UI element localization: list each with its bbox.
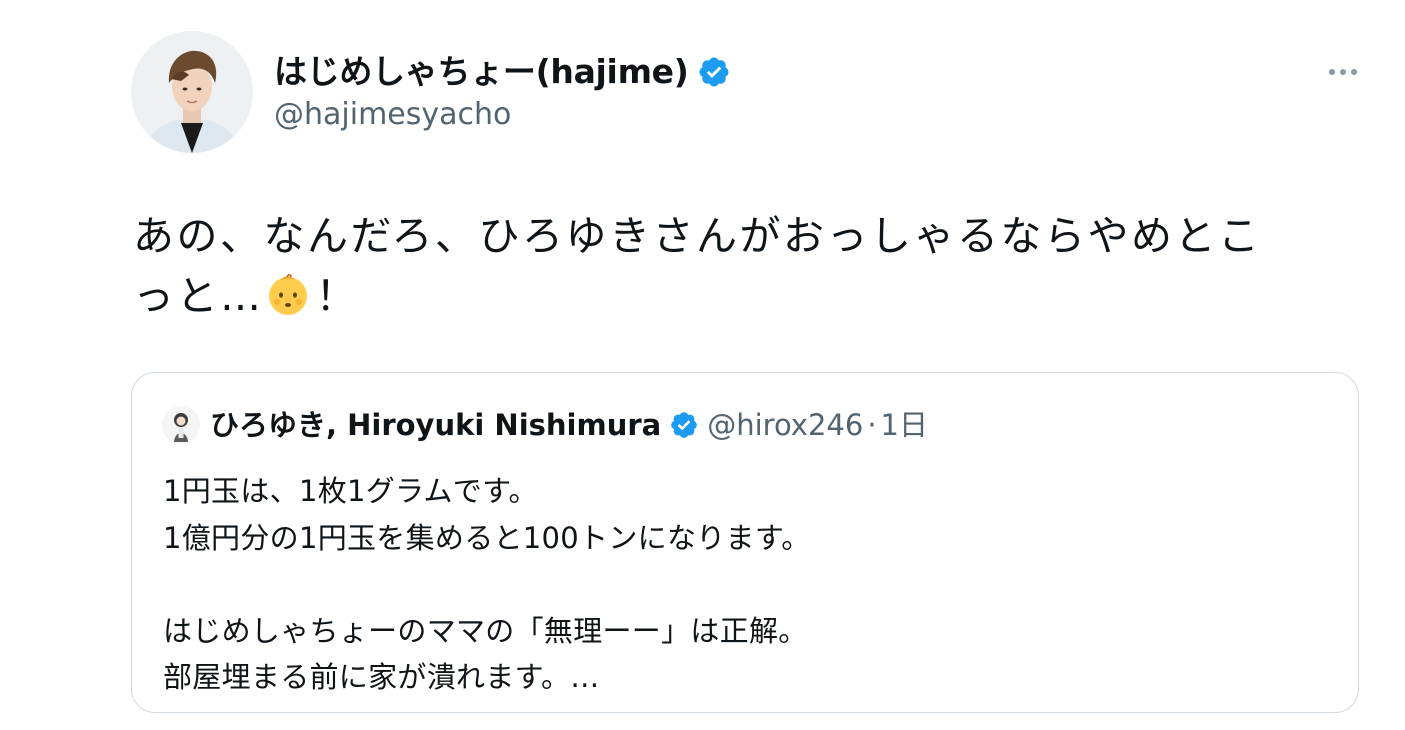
baby-face-emoji-icon: [266, 272, 310, 332]
quoted-text-line: [163, 561, 1323, 608]
quoted-author-name[interactable]: ひろゆき, Hiroyuki Nishimura: [210, 403, 661, 447]
quoted-author-handle[interactable]: @hirox246: [707, 403, 863, 447]
quoted-tweet-header: ひろゆき, Hiroyuki Nishimura @hirox246 · 1日: [162, 403, 928, 447]
quoted-tweet-text: 1円玉は、1枚1グラムです。 1億円分の1円玉を集めると100トンになります。 …: [163, 468, 1323, 701]
quoted-text-line: 1円玉は、1枚1グラムです。: [163, 474, 538, 508]
author-avatar-image: [131, 31, 253, 153]
author-name-row[interactable]: はじめしゃちょー(hajime): [274, 50, 731, 94]
tweet-text: あの、なんだろ、ひろゆきさんがおっしゃるならやめとこ っと… ！: [133, 206, 1363, 332]
tweet-text-part2: ！: [315, 272, 359, 320]
quoted-author-avatar-image: [162, 406, 200, 444]
verified-badge-icon: [697, 55, 731, 89]
tweet: はじめしゃちょー(hajime) @hajimesyacho あの、なんだろ、ひ…: [0, 0, 1405, 730]
quoted-separator: ·: [867, 408, 877, 442]
author-avatar[interactable]: [131, 31, 253, 153]
more-horizontal-icon[interactable]: [1320, 57, 1366, 87]
quoted-timestamp[interactable]: 1日: [881, 403, 928, 447]
quoted-text-line: 部屋埋まる前に家が潰れます。…: [163, 660, 600, 694]
quoted-author-avatar[interactable]: [162, 406, 200, 444]
quoted-text-line: はじめしゃちょーのママの「無理ーー」は正解。: [163, 613, 808, 648]
quoted-verified-badge-icon: [669, 410, 699, 440]
author-display-name[interactable]: はじめしゃちょー(hajime): [274, 50, 689, 94]
quoted-text-line: 1億円分の1円玉を集めると100トンになります。: [163, 520, 811, 555]
quoted-tweet-card[interactable]: ひろゆき, Hiroyuki Nishimura @hirox246 · 1日 …: [131, 372, 1359, 713]
author-handle[interactable]: @hajimesyacho: [274, 95, 511, 135]
